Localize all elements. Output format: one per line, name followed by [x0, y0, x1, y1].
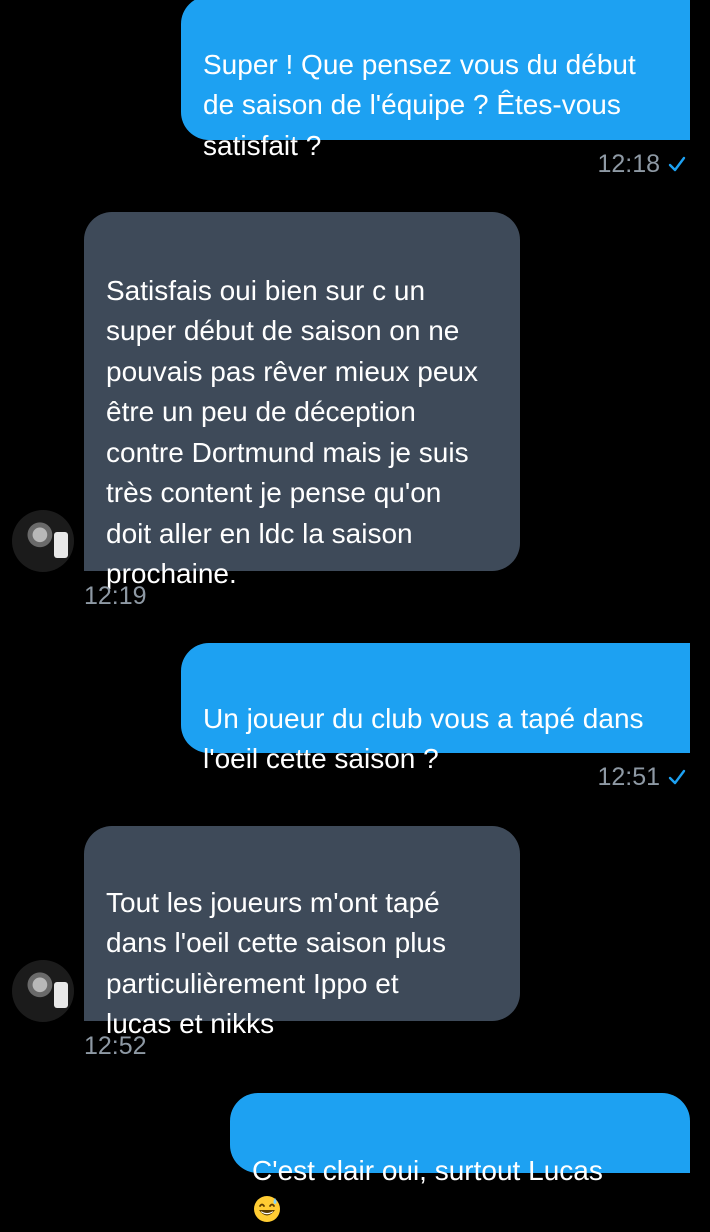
message-text: Tout les joueurs m'ont tapé dans l'oeil … [106, 886, 446, 1040]
message-bubble-incoming[interactable]: Satisfais oui bien sur c un super début … [84, 212, 520, 589]
timestamp: 12:51 [597, 762, 660, 791]
message-bubble-incoming[interactable]: Tout les joueurs m'ont tapé dans l'oeil … [84, 826, 520, 1039]
message-bubble-outgoing[interactable]: C'est clair oui, surtout Lucas [230, 1093, 690, 1222]
timestamp: 12:19 [84, 581, 147, 610]
message-text: Un joueur du club vous a tapé dans l'oei… [203, 702, 644, 775]
checkmark-icon [668, 156, 686, 172]
message-bubble-outgoing[interactable]: Super ! Que pensez vous du début de sais… [181, 0, 690, 161]
timestamp: 12:52 [84, 1031, 147, 1060]
grinning-sweat-emoji [254, 1196, 280, 1222]
message-text: C'est clair oui, surtout Lucas [252, 1154, 603, 1186]
message-text: Super ! Que pensez vous du début de sais… [203, 48, 636, 161]
message-meta: 12:19 [84, 578, 147, 614]
contact-avatar[interactable] [12, 510, 74, 572]
message-meta: 12:52 [84, 1028, 147, 1064]
message-meta: 12:51 [597, 759, 686, 795]
message-text: Satisfais oui bien sur c un super début … [106, 274, 478, 590]
checkmark-icon [668, 769, 686, 785]
message-meta: 12:18 [597, 146, 686, 182]
timestamp: 12:18 [597, 149, 660, 178]
message-bubble-outgoing[interactable]: Un joueur du club vous a tapé dans l'oei… [181, 643, 690, 774]
contact-avatar[interactable] [12, 960, 74, 1022]
